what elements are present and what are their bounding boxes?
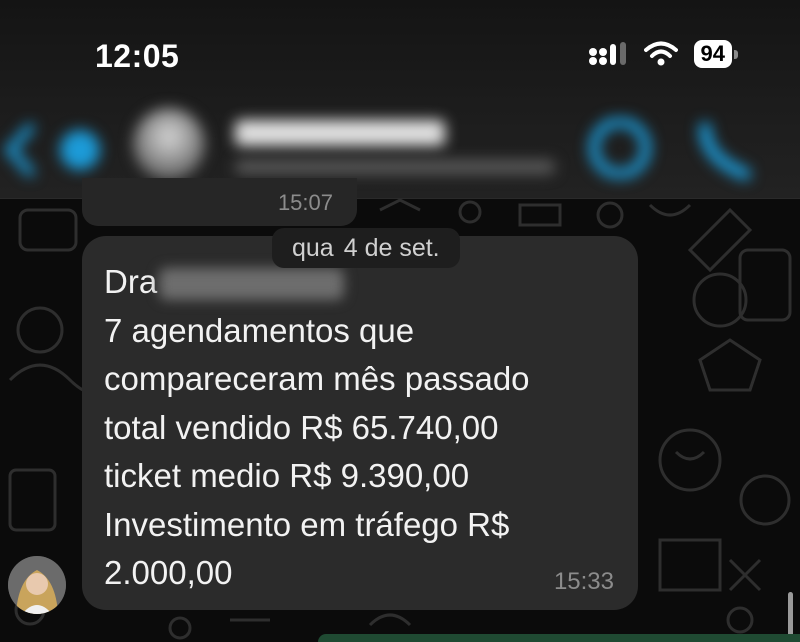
date-chip-prefix: qua: [292, 233, 334, 262]
greeting-text: Dra: [104, 263, 158, 300]
message-bubble[interactable]: Dra 7 agendamentos que compareceram mês …: [82, 236, 638, 610]
message-line: 2.000,00: [104, 554, 233, 591]
message-line: compareceram mês passado: [104, 360, 530, 397]
message-line: 7 agendamentos que: [104, 311, 415, 349]
signal-icon: [588, 41, 628, 67]
previous-message-bubble[interactable]: 15:07: [82, 178, 357, 226]
message-line: ticket medio R$ 9.390,00: [104, 457, 470, 494]
phone-call-icon[interactable]: [695, 120, 765, 185]
message-time: 15:33: [553, 568, 614, 595]
message-line: total vendido R$ 65.740,00: [104, 408, 499, 446]
scrollbar[interactable]: [788, 592, 793, 640]
contact-avatar[interactable]: [133, 108, 205, 180]
previous-message-time: 15:07: [277, 190, 333, 215]
top-bar: 12:05 94: [0, 0, 800, 199]
status-time: 12:05: [95, 38, 180, 74]
contact-name-redacted[interactable]: [235, 120, 445, 146]
contact-status-redacted: [235, 160, 555, 174]
video-call-icon[interactable]: [585, 117, 665, 183]
status-icons: 94: [588, 40, 738, 68]
redacted-name: [159, 268, 345, 301]
sender-avatar[interactable]: [8, 556, 66, 614]
next-message-edge: [318, 634, 800, 642]
date-chip-label: 4 de set.: [343, 233, 440, 262]
battery-level: 94: [693, 40, 732, 68]
message-line: Investimento em tráfego R$: [104, 505, 510, 543]
date-chip: qua 4 de set.: [272, 228, 460, 268]
message-text: Dra 7 agendamentos que compareceram mês …: [104, 258, 616, 598]
back-icon[interactable]: [0, 120, 110, 185]
wifi-icon: [643, 41, 678, 67]
battery-icon: 94: [693, 40, 738, 68]
